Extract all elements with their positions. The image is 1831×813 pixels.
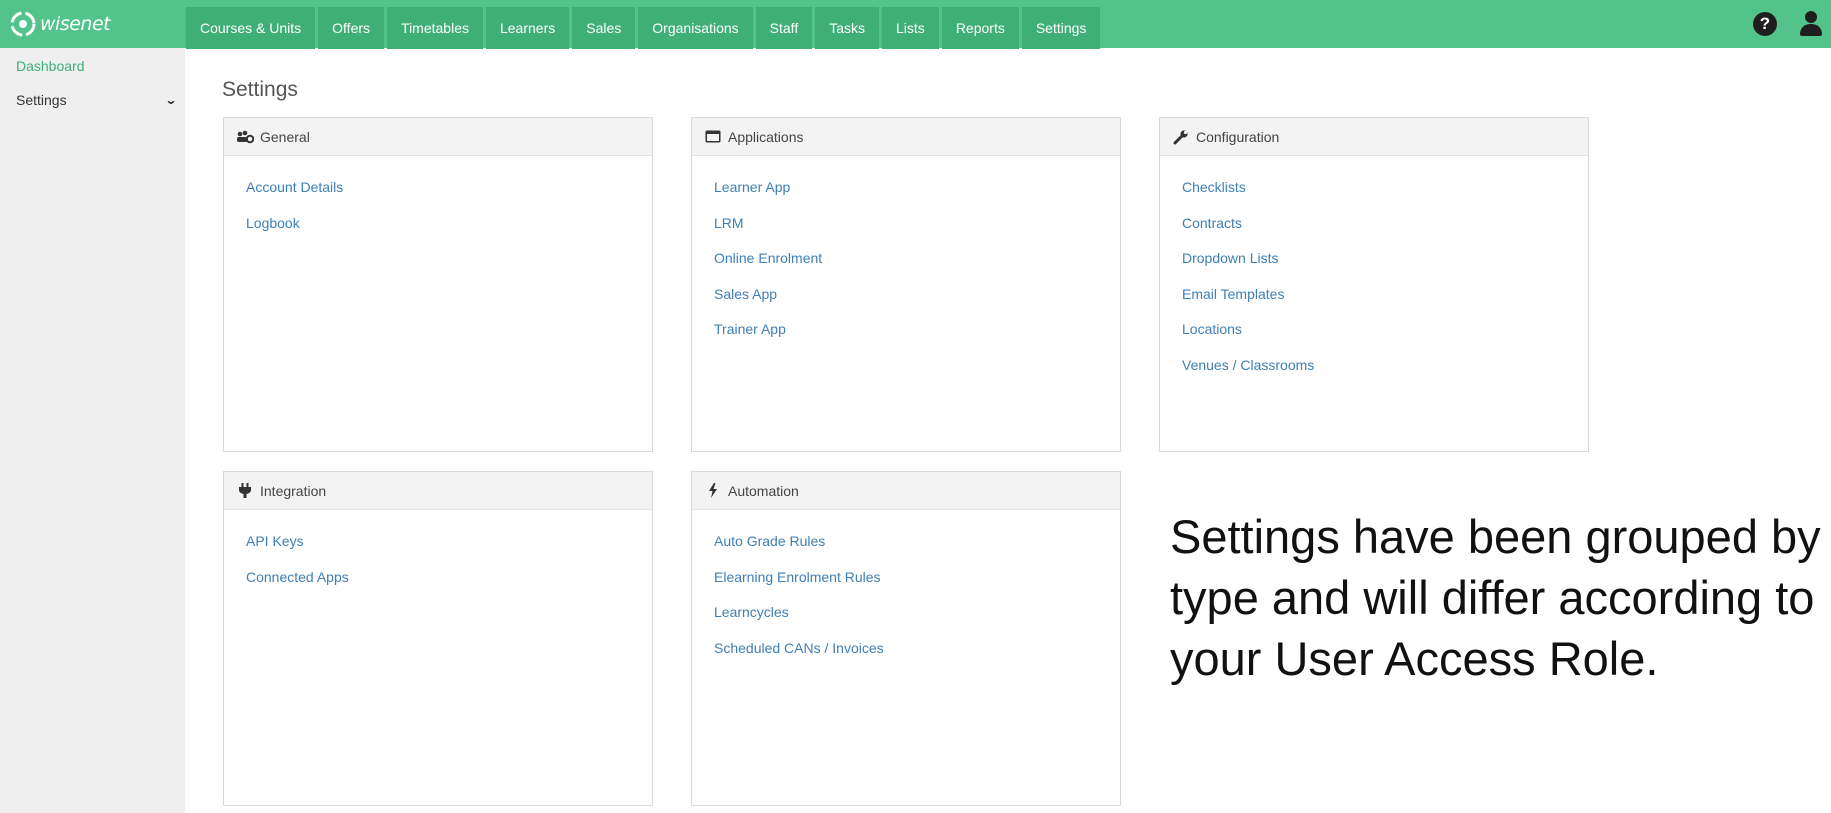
panel-header: Configuration xyxy=(1160,118,1588,156)
link-email-templates[interactable]: Email Templates xyxy=(1182,277,1588,313)
link-auto-grade-rules[interactable]: Auto Grade Rules xyxy=(714,524,1120,560)
nav-sales[interactable]: Sales xyxy=(572,7,636,49)
link-logbook[interactable]: Logbook xyxy=(246,206,652,242)
wrench-icon xyxy=(1172,129,1190,145)
link-online-enrolment[interactable]: Online Enrolment xyxy=(714,241,1120,277)
top-right-icons: ? xyxy=(1753,11,1823,37)
link-api-keys[interactable]: API Keys xyxy=(246,524,652,560)
link-contracts[interactable]: Contracts xyxy=(1182,206,1588,242)
nav-settings[interactable]: Settings xyxy=(1021,7,1101,49)
panel-title: Configuration xyxy=(1196,128,1280,145)
nav-lists[interactable]: Lists xyxy=(882,7,939,49)
nav-organisations[interactable]: Organisations xyxy=(638,7,753,49)
panel-general: General Account Details Logbook xyxy=(223,117,653,452)
panel-integration: Integration API Keys Connected Apps xyxy=(223,471,653,806)
user-icon[interactable] xyxy=(1799,11,1823,37)
link-connected-apps[interactable]: Connected Apps xyxy=(246,560,652,596)
plug-icon xyxy=(236,483,254,499)
nav-learners[interactable]: Learners xyxy=(485,7,570,49)
window-icon xyxy=(704,129,722,145)
logo-text: wisenet xyxy=(40,13,111,35)
panel-header: Integration xyxy=(224,472,652,510)
panel-header: General xyxy=(224,118,652,156)
link-learncycles[interactable]: Learncycles xyxy=(714,595,1120,631)
nav-courses-units[interactable]: Courses & Units xyxy=(186,7,316,49)
sidebar-item-dashboard[interactable]: Dashboard xyxy=(16,58,85,74)
chevron-down-icon[interactable]: ⌄ xyxy=(164,93,177,107)
nav-reports[interactable]: Reports xyxy=(941,7,1019,49)
logo-icon xyxy=(10,11,36,37)
panel-title: Automation xyxy=(728,482,799,499)
annotation-caption: Settings have been grouped by type and w… xyxy=(1170,510,1821,685)
link-elearning-enrolment-rules[interactable]: Elearning Enrolment Rules xyxy=(714,560,1120,596)
panel-title: General xyxy=(260,128,310,145)
main-nav: Courses & Units Offers Timetables Learne… xyxy=(186,7,1101,49)
nav-tasks[interactable]: Tasks xyxy=(815,7,880,49)
panel-configuration: Configuration Checklists Contracts Dropd… xyxy=(1159,117,1589,452)
link-learner-app[interactable]: Learner App xyxy=(714,170,1120,206)
question-circle-icon[interactable]: ? xyxy=(1753,12,1777,36)
bolt-icon xyxy=(704,483,722,499)
users-cog-icon xyxy=(236,129,254,145)
link-account-details[interactable]: Account Details xyxy=(246,170,652,206)
link-locations[interactable]: Locations xyxy=(1182,312,1588,348)
panel-header: Automation xyxy=(692,472,1120,510)
sidebar-item-settings-label: Settings xyxy=(16,92,67,108)
top-navbar: wisenet Courses & Units Offers Timetable… xyxy=(0,0,1831,49)
panel-title: Applications xyxy=(728,128,804,145)
panel-title: Integration xyxy=(260,482,327,499)
page-title: Settings xyxy=(222,78,298,101)
nav-offers[interactable]: Offers xyxy=(318,7,385,49)
nav-staff[interactable]: Staff xyxy=(755,7,813,49)
link-lrm[interactable]: LRM xyxy=(714,206,1120,242)
nav-timetables[interactable]: Timetables xyxy=(387,7,483,49)
wisenet-logo[interactable]: wisenet xyxy=(10,10,111,38)
sidebar-item-settings[interactable]: Settings ⌄ xyxy=(16,92,178,108)
link-scheduled-cans-invoices[interactable]: Scheduled CANs / Invoices xyxy=(714,631,1120,667)
link-dropdown-lists[interactable]: Dropdown Lists xyxy=(1182,241,1588,277)
panel-header: Applications xyxy=(692,118,1120,156)
link-venues-classrooms[interactable]: Venues / Classrooms xyxy=(1182,348,1588,384)
panel-applications: Applications Learner App LRM Online Enro… xyxy=(691,117,1121,452)
link-sales-app[interactable]: Sales App xyxy=(714,277,1120,313)
link-trainer-app[interactable]: Trainer App xyxy=(714,312,1120,348)
panel-automation: Automation Auto Grade Rules Elearning En… xyxy=(691,471,1121,806)
link-checklists[interactable]: Checklists xyxy=(1182,170,1588,206)
sidebar: Dashboard Settings ⌄ xyxy=(0,48,185,813)
